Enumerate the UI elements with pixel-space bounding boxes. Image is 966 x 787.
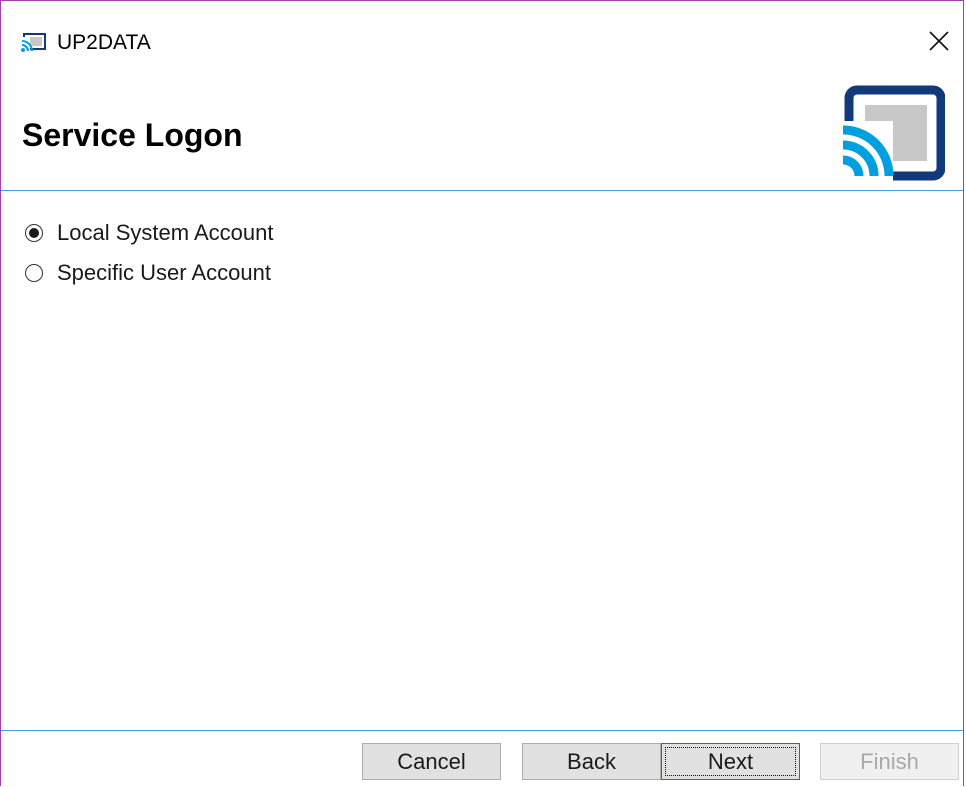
up2data-logo bbox=[835, 85, 946, 181]
cast-wave-icon bbox=[21, 33, 47, 53]
header-divider bbox=[1, 190, 963, 191]
footer-divider bbox=[1, 730, 963, 731]
radio-dot bbox=[29, 228, 39, 238]
radio-option-specific-user[interactable]: Specific User Account bbox=[21, 253, 273, 293]
close-button[interactable] bbox=[921, 27, 957, 59]
radio-option-local-system[interactable]: Local System Account bbox=[21, 213, 273, 253]
button-bar: Cancel Back Next Finish bbox=[1, 739, 963, 787]
page-title: Service Logon bbox=[22, 117, 243, 153]
radio-button-selected[interactable] bbox=[25, 224, 43, 242]
account-type-radio-group: Local System Account Specific User Accou… bbox=[21, 213, 273, 293]
next-button[interactable]: Next bbox=[661, 743, 800, 780]
close-icon bbox=[929, 30, 949, 56]
radio-label: Specific User Account bbox=[57, 260, 271, 285]
finish-button: Finish bbox=[820, 743, 959, 780]
title-bar: UP2DATA bbox=[1, 1, 963, 61]
radio-button[interactable] bbox=[25, 264, 43, 282]
back-button[interactable]: Back bbox=[522, 743, 661, 780]
page-header: Service Logon bbox=[1, 81, 963, 191]
window-title: UP2DATA bbox=[57, 31, 151, 54]
installer-window: UP2DATA Service Logon Local System Accou… bbox=[0, 0, 964, 786]
cancel-button[interactable]: Cancel bbox=[362, 743, 501, 780]
radio-label: Local System Account bbox=[57, 220, 274, 245]
focus-ring bbox=[665, 747, 796, 776]
